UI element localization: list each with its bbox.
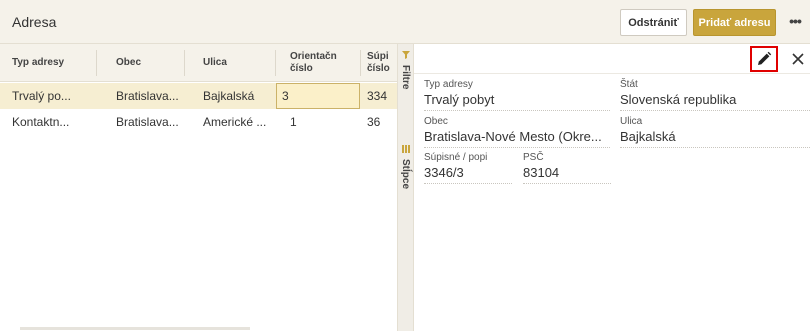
page-title: Adresa (12, 14, 57, 30)
filters-tab[interactable]: Filtre (398, 48, 415, 118)
address-grid: Typ adresy Obec Ulica Orientačn číslo Sú… (0, 44, 397, 331)
column-header-supisne[interactable]: Súpi číslo (367, 44, 395, 82)
field-supisne[interactable]: Súpisné / popi 3346/3 (424, 151, 512, 184)
more-icon[interactable]: ••• (784, 12, 806, 32)
detail-panel: Typ adresy Trvalý pobyt Štát Slovenská r… (414, 44, 810, 331)
edit-button[interactable] (750, 46, 778, 72)
grid-header: Typ adresy Obec Ulica Orientačn číslo Sú… (0, 44, 397, 82)
close-icon[interactable] (788, 48, 808, 70)
column-header-orientacne[interactable]: Orientačn číslo (290, 44, 346, 82)
columns-icon (402, 145, 410, 153)
cell-obec: Bratislava... (116, 89, 179, 103)
column-separator[interactable] (360, 50, 361, 76)
cell-supisne: 334 (367, 89, 388, 103)
field-stat[interactable]: Štát Slovenská republika (620, 78, 810, 111)
column-header-ulica[interactable]: Ulica (203, 44, 263, 82)
add-address-button[interactable]: Pridať adresu (693, 9, 776, 36)
field-label: Ulica (620, 116, 643, 127)
cell-ulica: Bajkalská (203, 89, 255, 103)
field-typ-adresy[interactable]: Typ adresy Trvalý pobyt (424, 78, 610, 111)
cell-typ: Trvalý po... (12, 89, 71, 103)
remove-button[interactable]: Odstrániť (620, 9, 687, 36)
cell-orientacne: 1 (290, 115, 297, 129)
field-label: Obec (424, 116, 448, 127)
field-ulica[interactable]: Ulica Bajkalská (620, 115, 810, 148)
table-row[interactable]: Kontaktn... Bratislava... Americké ... 1… (0, 109, 397, 135)
cell-orientacne-focused[interactable]: 3 (276, 83, 360, 109)
filters-label: Filtre (400, 65, 411, 90)
column-header-obec[interactable]: Obec (116, 44, 186, 82)
columns-label: Stĺpce (400, 159, 411, 190)
field-label: Štát (620, 79, 638, 90)
field-obec[interactable]: Obec Bratislava-Nové Mesto (Okre... (424, 115, 610, 148)
field-value[interactable]: Bratislava-Nové Mesto (Okre... (424, 128, 610, 148)
cell-obec: Bratislava... (116, 115, 179, 129)
side-panel: Filtre Stĺpce (397, 44, 414, 331)
cell-supisne: 36 (367, 115, 381, 129)
field-value[interactable]: 83104 (523, 164, 611, 184)
field-label: Súpisné / popi (424, 152, 488, 163)
cell-ulica: Americké ... (203, 115, 267, 129)
columns-tab[interactable]: Stĺpce (398, 142, 415, 212)
filter-icon (402, 51, 410, 59)
field-value[interactable]: 3346/3 (424, 164, 512, 184)
field-value[interactable]: Bajkalská (620, 128, 810, 148)
field-value[interactable]: Slovenská republika (620, 91, 810, 111)
field-label: Typ adresy (424, 79, 473, 90)
column-separator[interactable] (96, 50, 97, 76)
column-separator[interactable] (275, 50, 276, 76)
divider (414, 73, 810, 74)
field-psc[interactable]: PSČ 83104 (523, 151, 611, 184)
column-separator[interactable] (184, 50, 185, 76)
table-row[interactable]: Trvalý po... Bratislava... Bajkalská 3 3… (0, 83, 397, 109)
cell-typ: Kontaktn... (12, 115, 70, 129)
header-bar: Adresa Odstrániť Pridať adresu ••• (0, 0, 810, 44)
pencil-icon (758, 51, 772, 65)
column-header-typ[interactable]: Typ adresy (12, 44, 82, 82)
field-value[interactable]: Trvalý pobyt (424, 91, 610, 111)
field-label: PSČ (523, 152, 544, 163)
horizontal-scrollbar[interactable] (20, 327, 250, 330)
